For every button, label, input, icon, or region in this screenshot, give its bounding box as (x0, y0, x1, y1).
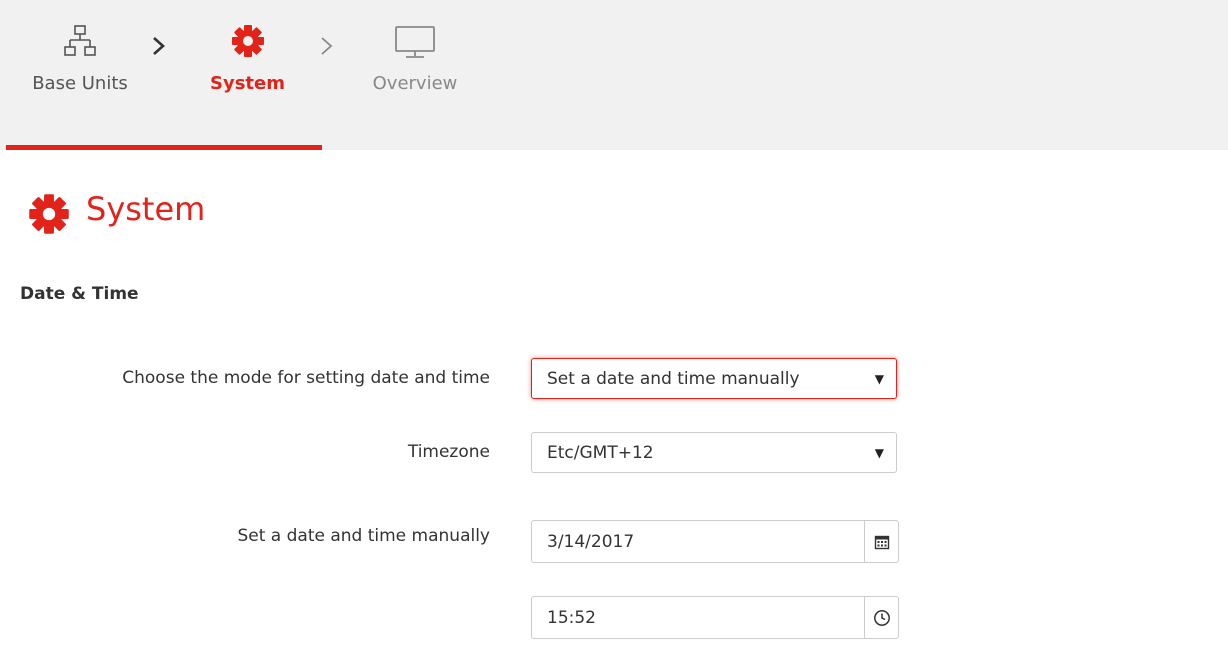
network-icon (63, 24, 97, 62)
timezone-select[interactable]: Etc/GMT+12 ▼ (531, 432, 897, 473)
date-input[interactable] (532, 521, 864, 562)
calendar-icon[interactable] (864, 521, 898, 562)
active-step-indicator (6, 145, 322, 150)
wizard-step-overview[interactable]: Overview (355, 0, 475, 150)
wizard-step-system[interactable]: System (190, 0, 305, 150)
caret-down-icon: ▼ (874, 372, 884, 386)
date-input-group (531, 520, 899, 563)
wizard-step-base-units[interactable]: Base Units (20, 0, 140, 150)
gear-icon (231, 24, 265, 62)
timezone-label: Timezone (407, 442, 490, 462)
gear-icon (28, 193, 70, 239)
timezone-select-value: Etc/GMT+12 (547, 443, 654, 463)
section-title-date-time: Date & Time (20, 284, 139, 304)
wizard-steps: Base Units System Overview (0, 0, 1228, 150)
chevron-right-icon (150, 35, 168, 61)
clock-icon[interactable] (864, 597, 898, 638)
manual-datetime-label: Set a date and time manually (237, 526, 490, 546)
caret-down-icon: ▼ (874, 446, 884, 460)
mode-select-value: Set a date and time manually (547, 369, 800, 389)
wizard-step-label: System (210, 73, 285, 94)
chevron-right-icon (318, 35, 336, 61)
page-title: System (86, 190, 206, 228)
monitor-icon (393, 24, 437, 64)
mode-label: Choose the mode for setting date and tim… (122, 368, 490, 388)
wizard-step-label: Overview (372, 73, 458, 94)
time-input-group (531, 596, 899, 639)
mode-select[interactable]: Set a date and time manually ▼ (531, 358, 897, 399)
wizard-step-label: Base Units (32, 73, 128, 94)
time-input[interactable] (532, 597, 864, 638)
